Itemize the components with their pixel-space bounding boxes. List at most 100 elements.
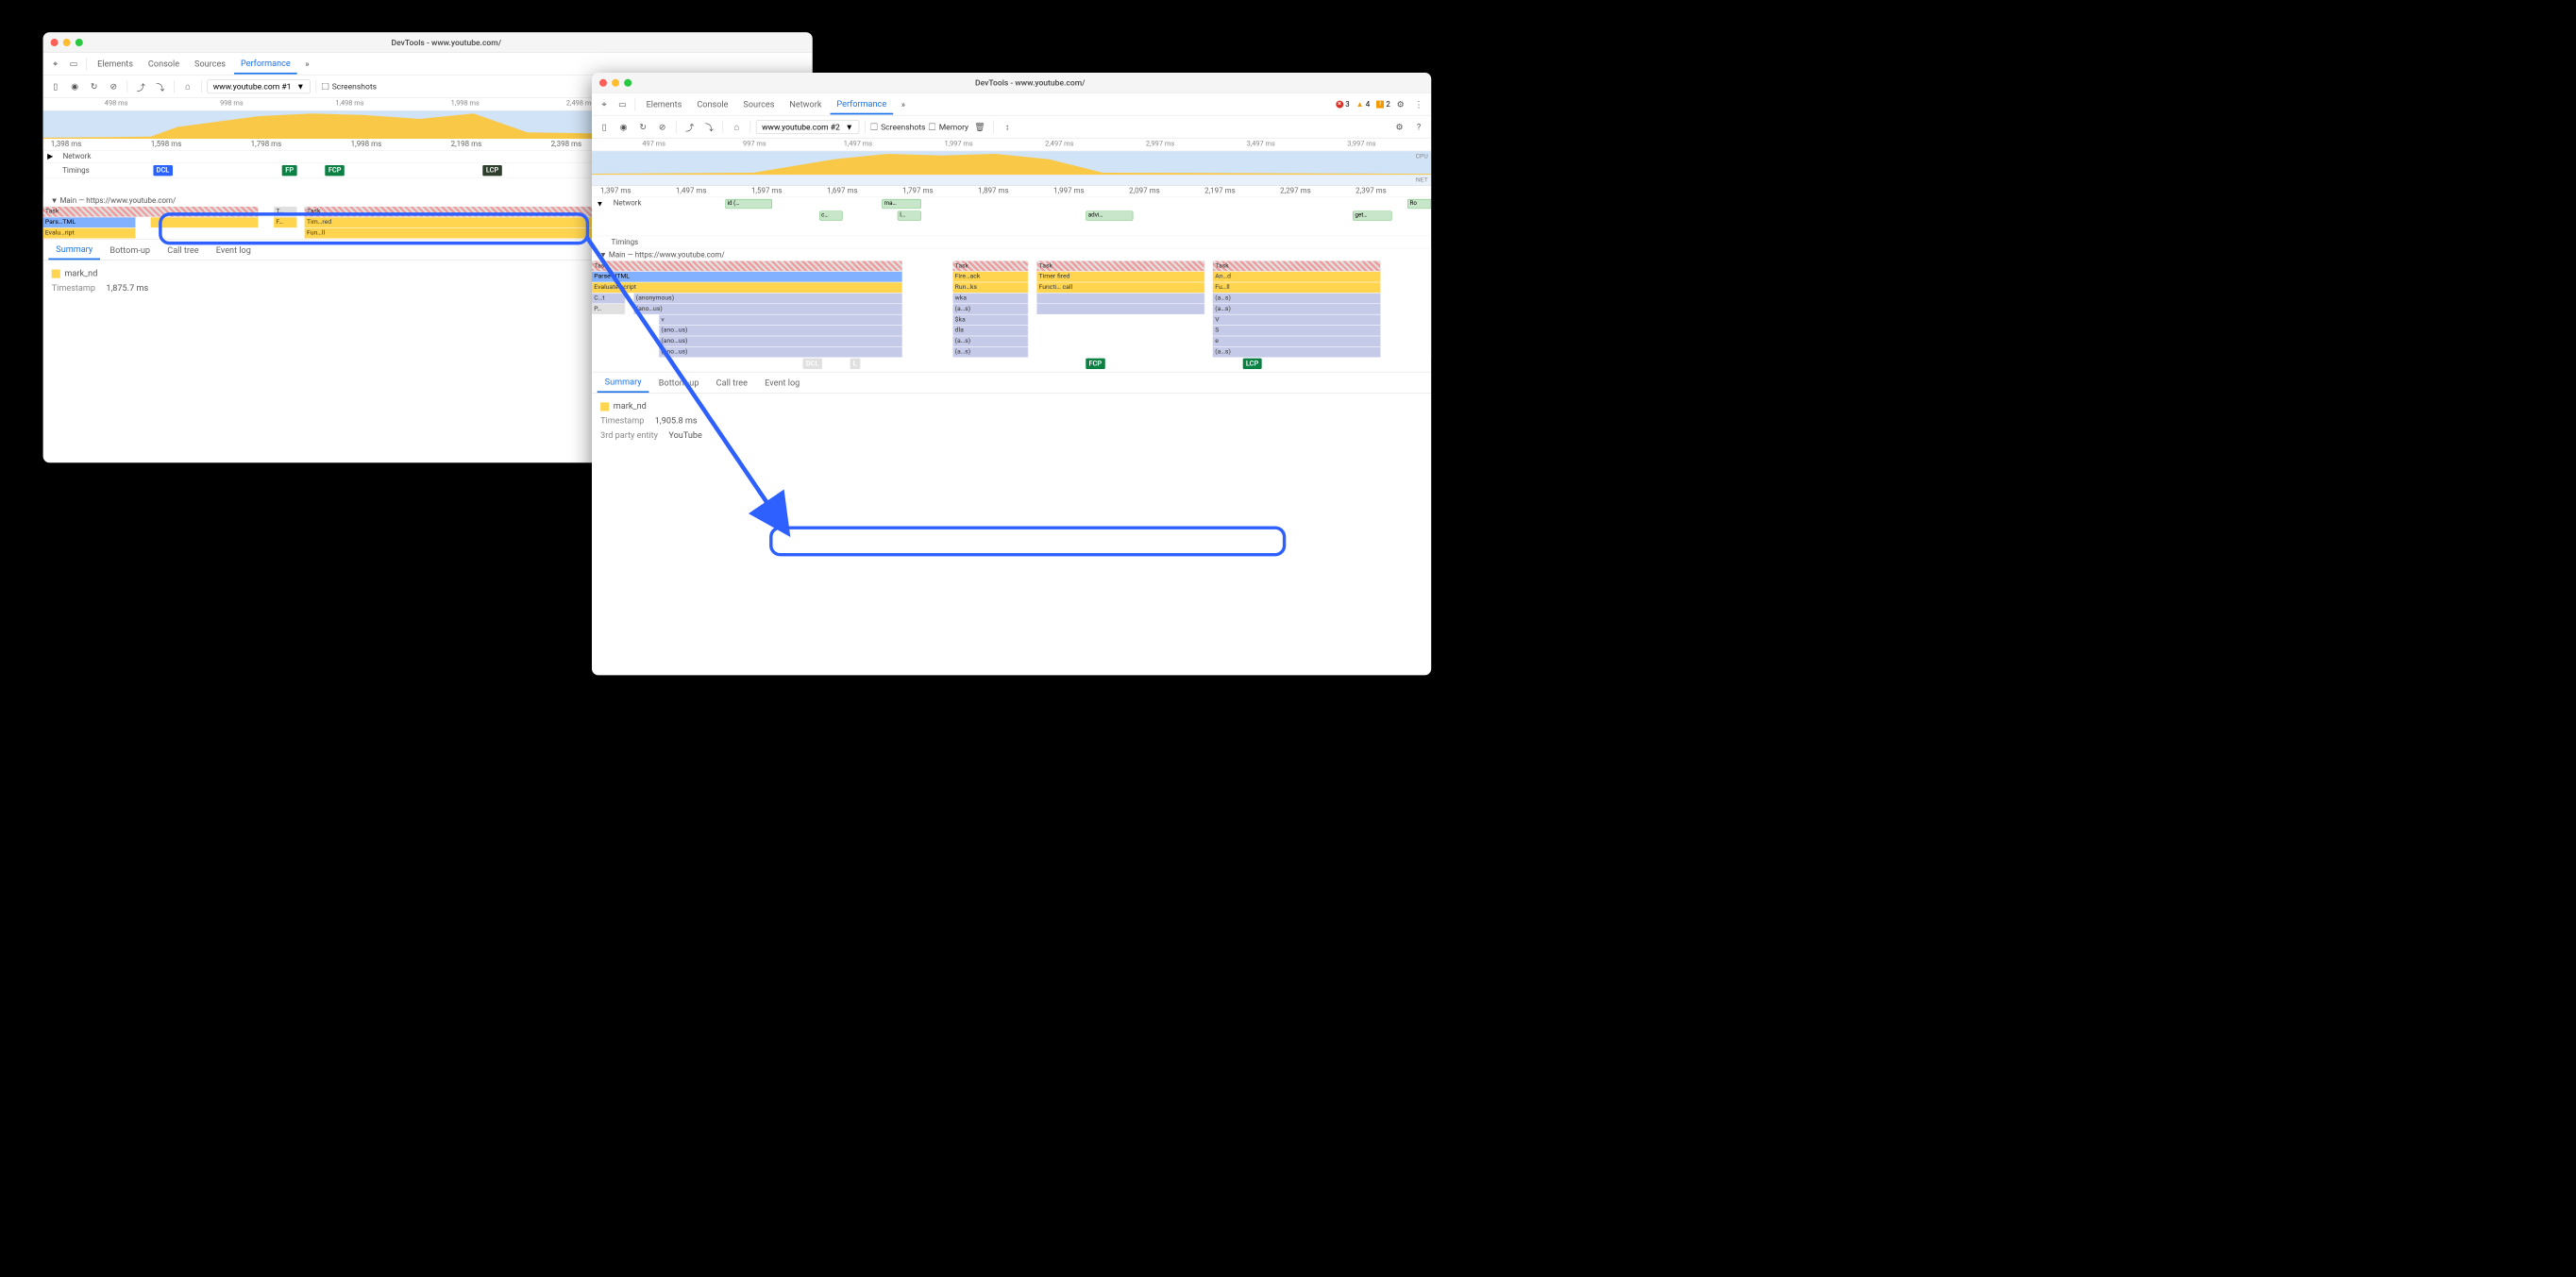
flame-block[interactable]: Pars…TML bbox=[43, 217, 136, 227]
flame-block[interactable]: Parse HTML bbox=[592, 272, 902, 282]
network-track[interactable]: ▼ Network id (…c…ma…l…advi…get…Ro bbox=[592, 197, 1431, 236]
flame-block[interactable]: P… bbox=[592, 304, 626, 314]
upload-icon[interactable]: ⤴ bbox=[133, 78, 149, 94]
flame-block[interactable]: Fu…ll bbox=[1213, 282, 1381, 293]
flame-block[interactable]: wka bbox=[952, 294, 1028, 304]
net-overview[interactable]: NET bbox=[592, 175, 1431, 185]
home-icon[interactable]: ⌂ bbox=[179, 78, 195, 94]
device-icon[interactable]: ▭ bbox=[66, 56, 82, 72]
tab-console[interactable]: Console bbox=[142, 55, 186, 74]
flame-block[interactable]: T… bbox=[274, 207, 296, 217]
flame-block[interactable]: dla bbox=[952, 326, 1028, 336]
timing-badge-l[interactable]: L bbox=[850, 359, 860, 369]
settings-icon[interactable]: ⚙ bbox=[1391, 119, 1407, 135]
flame-block[interactable]: (ano…us) bbox=[659, 347, 902, 358]
screenshots-checkbox[interactable]: Screenshots bbox=[322, 81, 377, 91]
maximize-icon[interactable] bbox=[624, 79, 631, 87]
detail-tab-calltree[interactable]: Call tree bbox=[160, 241, 206, 260]
cpu-overview[interactable]: CPU bbox=[592, 151, 1431, 175]
flame-block[interactable]: S bbox=[1213, 326, 1381, 336]
flame-block[interactable] bbox=[1036, 304, 1204, 314]
flame-block[interactable]: (a…s) bbox=[1213, 294, 1381, 304]
detail-tab-bottomup[interactable]: Bottom-up bbox=[102, 241, 158, 260]
more-tabs-icon[interactable]: » bbox=[299, 56, 315, 72]
flame-block[interactable]: Task bbox=[1213, 260, 1381, 271]
tab-performance[interactable]: Performance bbox=[831, 93, 893, 114]
record-icon[interactable]: ◉ bbox=[615, 119, 631, 135]
shortcuts-icon[interactable]: ↕ bbox=[1000, 119, 1016, 135]
flame-block[interactable]: Evaluate script bbox=[592, 282, 902, 293]
detail-tab-summary[interactable]: Summary bbox=[48, 240, 100, 260]
device-icon[interactable]: ▭ bbox=[615, 96, 631, 112]
flame-block[interactable]: Task bbox=[1036, 260, 1204, 271]
memory-checkbox[interactable]: Memory bbox=[929, 122, 968, 131]
download-icon[interactable]: ⤵ bbox=[701, 119, 717, 135]
download-icon[interactable]: ⤵ bbox=[152, 78, 168, 94]
close-icon[interactable] bbox=[599, 79, 607, 87]
flame-block[interactable]: An…d bbox=[1213, 272, 1381, 282]
detail-tab-eventlog[interactable]: Event log bbox=[209, 241, 259, 260]
detail-tab-eventlog[interactable]: Event log bbox=[757, 373, 807, 392]
home-icon[interactable]: ⌂ bbox=[729, 119, 745, 135]
flame-block[interactable]: (ano…us) bbox=[633, 304, 902, 314]
timing-badge-dcl[interactable]: DCL bbox=[153, 165, 173, 176]
detail-tab-bottomup[interactable]: Bottom-up bbox=[651, 373, 707, 392]
flame-block[interactable]: (a…s) bbox=[952, 347, 1028, 358]
tab-performance[interactable]: Performance bbox=[234, 54, 296, 75]
tab-sources[interactable]: Sources bbox=[188, 55, 232, 74]
warnings-badge[interactable]: ▲4 bbox=[1356, 99, 1371, 109]
network-request[interactable]: get… bbox=[1353, 210, 1392, 220]
flame-block[interactable]: e bbox=[1213, 336, 1381, 346]
tab-network[interactable]: Network bbox=[783, 94, 829, 113]
flame-block[interactable]: (a…s) bbox=[952, 336, 1028, 346]
flame-block[interactable]: Evalu…ript bbox=[43, 228, 136, 239]
flame-block[interactable]: Run…ks bbox=[952, 282, 1028, 293]
settings-icon[interactable]: ⚙ bbox=[1392, 96, 1408, 112]
flame-block[interactable]: V bbox=[1213, 314, 1381, 325]
detail-tab-summary[interactable]: Summary bbox=[598, 372, 649, 393]
flame-block[interactable]: (a…s) bbox=[1213, 347, 1381, 358]
tab-sources[interactable]: Sources bbox=[737, 94, 782, 113]
network-request[interactable]: c… bbox=[819, 210, 843, 220]
flame-block[interactable] bbox=[151, 217, 259, 227]
timing-badge-lcp[interactable]: LCP bbox=[482, 165, 501, 176]
errors-badge[interactable]: ✕3 bbox=[1336, 100, 1350, 109]
flame-block[interactable]: (a…s) bbox=[952, 304, 1028, 314]
network-request[interactable]: advi… bbox=[1086, 210, 1133, 220]
minimize-icon[interactable] bbox=[612, 79, 619, 87]
network-request[interactable]: ma… bbox=[882, 199, 921, 209]
timing-badge-fp[interactable]: FP bbox=[282, 165, 297, 176]
reload-icon[interactable]: ↻ bbox=[86, 78, 102, 94]
toggle-sidebar-icon[interactable]: ▯ bbox=[597, 119, 613, 135]
recording-select[interactable]: www.youtube.com #1 ▼ bbox=[207, 79, 310, 93]
flame-block[interactable]: (ano…us) bbox=[659, 336, 902, 346]
timing-badge-dcl[interactable]: DCL bbox=[802, 359, 822, 369]
detail-tab-calltree[interactable]: Call tree bbox=[709, 373, 755, 392]
reload-icon[interactable]: ↻ bbox=[635, 119, 651, 135]
clear-icon[interactable]: ⊘ bbox=[106, 78, 122, 94]
tab-elements[interactable]: Elements bbox=[640, 94, 688, 113]
flame-block[interactable]: (anonymous) bbox=[633, 294, 902, 304]
timing-badge-lcp[interactable]: LCP bbox=[1242, 359, 1261, 369]
timeline-ruler[interactable]: 1,397 ms 1,497 ms 1,597 ms 1,697 ms 1,79… bbox=[592, 186, 1431, 198]
flame-block[interactable] bbox=[1036, 294, 1204, 304]
inspect-icon[interactable]: ⌖ bbox=[47, 56, 63, 72]
main-thread-header[interactable]: ▼ Main — https://www.youtube.com/ bbox=[592, 248, 1431, 260]
flame-block[interactable]: Timer fired bbox=[1036, 272, 1204, 282]
tab-console[interactable]: Console bbox=[690, 94, 734, 113]
network-request[interactable]: Ro bbox=[1407, 199, 1431, 209]
inspect-icon[interactable]: ⌖ bbox=[597, 96, 613, 112]
kebab-icon[interactable]: ⋮ bbox=[1411, 96, 1427, 112]
flame-block[interactable]: (a…s) bbox=[1213, 304, 1381, 314]
flame-block[interactable]: Task bbox=[952, 260, 1028, 271]
flame-block[interactable]: (ano…us) bbox=[659, 326, 902, 336]
flame-block[interactable]: $ka bbox=[952, 314, 1028, 325]
flame-block[interactable]: Task bbox=[592, 260, 902, 271]
clear-icon[interactable]: ⊘ bbox=[654, 119, 670, 135]
toggle-sidebar-icon[interactable]: ▯ bbox=[47, 78, 63, 94]
help-icon[interactable]: ? bbox=[1411, 119, 1427, 135]
maximize-icon[interactable] bbox=[76, 39, 83, 46]
flame-block[interactable]: Fire…ack bbox=[952, 272, 1028, 282]
recording-select[interactable]: www.youtube.com #2 ▼ bbox=[756, 120, 859, 134]
gc-icon[interactable]: 🗑 bbox=[972, 119, 988, 135]
